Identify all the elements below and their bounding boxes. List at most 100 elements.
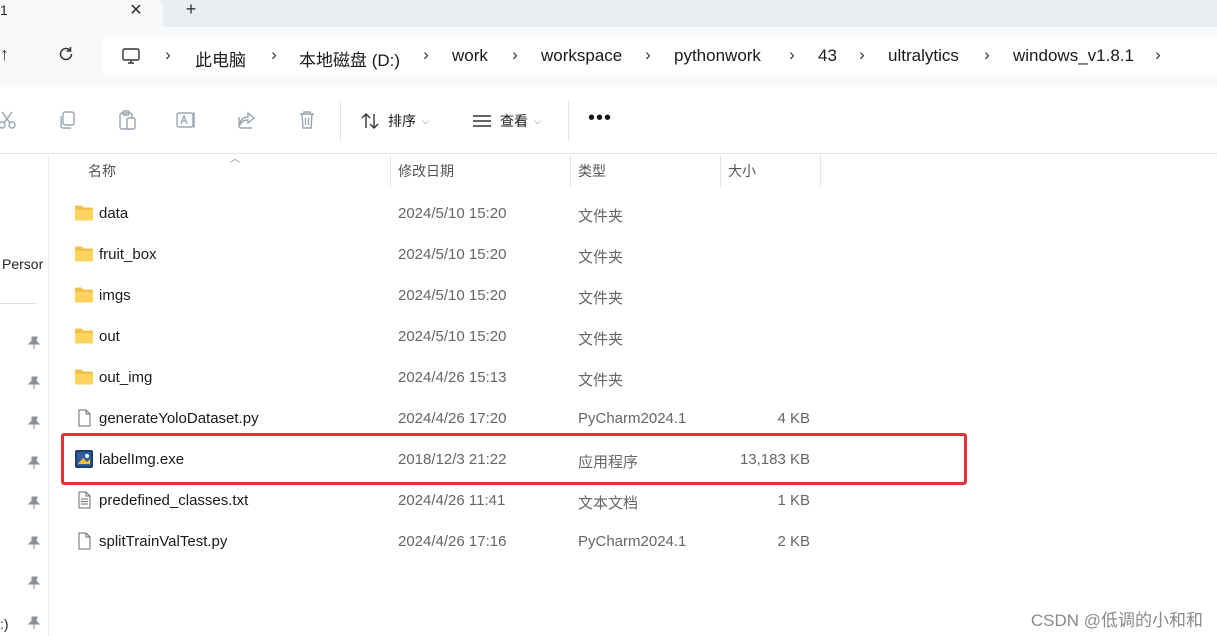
chevron-right-icon[interactable]: › bbox=[269, 45, 279, 65]
sort-icon bbox=[361, 113, 379, 129]
pin-icon[interactable] bbox=[27, 496, 41, 510]
file-date: 2024/4/26 17:20 bbox=[398, 410, 507, 427]
file-type: 文本文档 bbox=[578, 495, 639, 512]
file-row[interactable]: imgs 2024/5/10 15:20 文件夹 bbox=[60, 275, 820, 316]
sort-label: 排序 bbox=[388, 113, 416, 129]
navigation-pane: Persor :) bbox=[0, 155, 49, 636]
chevron-down-icon: ⌵ bbox=[534, 115, 541, 126]
address-bar[interactable]: › 此电脑 › 本地磁盘 (D:) › work › workspace › p… bbox=[103, 37, 1217, 75]
pin-icon[interactable] bbox=[27, 536, 41, 550]
text-file-icon bbox=[78, 491, 91, 509]
file-row[interactable]: data 2024/5/10 15:20 文件夹 bbox=[60, 193, 820, 234]
watermark: CSDN @低调的小和和 bbox=[1030, 611, 1203, 630]
up-arrow-icon[interactable]: ↑ bbox=[0, 44, 9, 65]
file-type: 文件夹 bbox=[578, 290, 624, 307]
pin-icon[interactable] bbox=[27, 336, 41, 350]
file-row[interactable]: out 2024/5/10 15:20 文件夹 bbox=[60, 316, 820, 357]
computer-icon[interactable] bbox=[121, 46, 141, 66]
chevron-down-icon: ⌵ bbox=[422, 115, 429, 126]
share-icon[interactable] bbox=[236, 109, 258, 131]
nav-item-drive[interactable]: :) bbox=[0, 616, 9, 632]
delete-icon[interactable] bbox=[296, 109, 318, 131]
paste-icon[interactable] bbox=[116, 109, 138, 131]
file-icon bbox=[78, 409, 91, 427]
file-row[interactable]: fruit_box 2024/5/10 15:20 文件夹 bbox=[60, 234, 820, 275]
view-icon bbox=[473, 115, 491, 127]
refresh-icon[interactable] bbox=[56, 44, 76, 64]
tab-strip: 1 ✕ + bbox=[0, 0, 1217, 27]
file-date: 2024/4/26 15:13 bbox=[398, 369, 507, 386]
file-name: out_img bbox=[99, 369, 153, 386]
chevron-right-icon[interactable]: › bbox=[1153, 45, 1163, 65]
pin-icon[interactable] bbox=[27, 576, 41, 590]
file-row[interactable]: out_img 2024/4/26 15:13 文件夹 bbox=[60, 357, 820, 398]
breadcrumb-item[interactable]: work bbox=[452, 46, 488, 66]
file-type: PyCharm2024.1 bbox=[578, 533, 687, 550]
file-name: fruit_box bbox=[99, 246, 157, 263]
pin-icon[interactable] bbox=[27, 456, 41, 470]
breadcrumb-item[interactable]: 此电脑 bbox=[195, 46, 246, 71]
file-date: 2024/5/10 15:20 bbox=[398, 246, 507, 263]
more-options-button[interactable]: ••• bbox=[588, 107, 612, 130]
file-name: splitTrainValTest.py bbox=[99, 533, 228, 550]
highlight-box bbox=[61, 433, 967, 485]
column-header-size[interactable]: 大小 bbox=[720, 155, 820, 187]
chevron-right-icon[interactable]: › bbox=[163, 45, 173, 65]
breadcrumb-item[interactable]: ultralytics bbox=[888, 46, 959, 66]
file-size: 2 KB bbox=[777, 533, 810, 550]
nav-item-person[interactable]: Persor bbox=[2, 256, 43, 272]
toolbar-divider bbox=[340, 101, 341, 141]
file-icon bbox=[78, 532, 91, 550]
command-bar: 排序 ⌵ 查看 ⌵ ••• bbox=[0, 87, 1217, 154]
chevron-right-icon[interactable]: › bbox=[787, 45, 797, 65]
file-type: 文件夹 bbox=[578, 331, 624, 348]
file-date: 2024/4/26 17:16 bbox=[398, 533, 507, 550]
file-name: predefined_classes.txt bbox=[99, 492, 249, 509]
toolbar-divider bbox=[568, 101, 569, 141]
file-row[interactable]: splitTrainValTest.py 2024/4/26 17:16 PyC… bbox=[60, 521, 820, 562]
column-header-date[interactable]: 修改日期 bbox=[390, 155, 570, 187]
file-size: 1 KB bbox=[777, 492, 810, 509]
file-row[interactable]: predefined_classes.txt 2024/4/26 11:41 文… bbox=[60, 480, 820, 521]
folder-icon bbox=[75, 246, 93, 262]
view-button[interactable]: 查看 ⌵ bbox=[472, 109, 541, 133]
file-date: 2024/5/10 15:20 bbox=[398, 205, 507, 222]
column-header-name[interactable]: 名称 bbox=[80, 155, 390, 187]
file-name: data bbox=[99, 205, 129, 222]
new-tab-icon[interactable]: + bbox=[182, 0, 200, 20]
view-label: 查看 bbox=[500, 113, 528, 129]
tab-title: 1 bbox=[0, 2, 8, 18]
chevron-right-icon[interactable]: › bbox=[982, 45, 992, 65]
close-icon[interactable]: ✕ bbox=[128, 0, 144, 20]
breadcrumb-item[interactable]: 43 bbox=[818, 46, 837, 66]
pin-icon[interactable] bbox=[27, 376, 41, 390]
tab-active[interactable]: 1 ✕ bbox=[0, 0, 163, 27]
file-name: generateYoloDataset.py bbox=[99, 410, 259, 427]
rename-icon[interactable] bbox=[175, 109, 197, 131]
file-type: 文件夹 bbox=[578, 372, 624, 389]
column-header-type[interactable]: 类型 bbox=[570, 155, 720, 187]
chevron-right-icon[interactable]: › bbox=[857, 45, 867, 65]
pin-icon[interactable] bbox=[27, 616, 41, 630]
copy-icon[interactable] bbox=[56, 109, 78, 131]
breadcrumb-item[interactable]: pythonwork bbox=[674, 46, 761, 66]
file-date: 2024/4/26 11:41 bbox=[398, 492, 506, 509]
breadcrumb-item[interactable]: workspace bbox=[541, 46, 622, 66]
chevron-right-icon[interactable]: › bbox=[643, 45, 653, 65]
folder-icon bbox=[75, 287, 93, 303]
sort-button[interactable]: 排序 ⌵ bbox=[360, 109, 429, 133]
breadcrumb-item[interactable]: windows_v1.8.1 bbox=[1013, 46, 1134, 66]
cut-icon[interactable] bbox=[0, 109, 18, 131]
navigation-bar: ↑ › 此电脑 › 本地磁盘 (D:) › work › workspace ›… bbox=[0, 27, 1217, 87]
folder-icon bbox=[75, 328, 93, 344]
file-type: 文件夹 bbox=[578, 249, 624, 266]
chevron-right-icon[interactable]: › bbox=[421, 45, 431, 65]
pin-icon[interactable] bbox=[27, 416, 41, 430]
breadcrumb-item[interactable]: 本地磁盘 (D:) bbox=[299, 46, 400, 71]
chevron-right-icon[interactable]: › bbox=[510, 45, 520, 65]
file-date: 2024/5/10 15:20 bbox=[398, 328, 507, 345]
file-type: 文件夹 bbox=[578, 208, 624, 225]
column-separator[interactable] bbox=[820, 155, 821, 187]
nav-divider bbox=[0, 303, 36, 304]
file-name: imgs bbox=[99, 287, 131, 304]
